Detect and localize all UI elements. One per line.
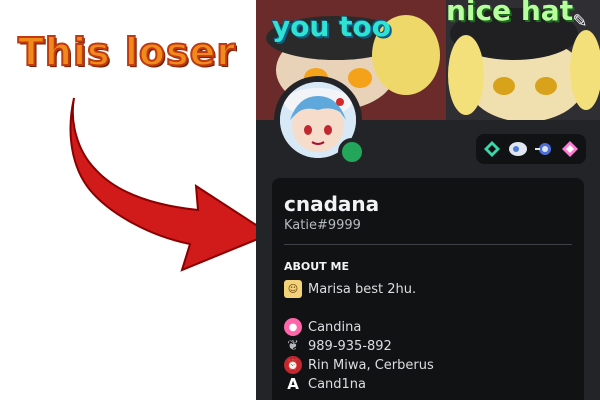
letter-a-icon: A	[287, 375, 299, 393]
username: cnadana	[284, 192, 380, 216]
osu-icon: ●	[284, 318, 302, 336]
nitro-icon[interactable]	[508, 139, 528, 159]
alarm-clock-icon: ⏰	[284, 356, 302, 374]
user-tag: Katie#9999	[284, 218, 361, 233]
avatar-frame	[274, 76, 366, 166]
about-me-title: ABOUT ME	[284, 260, 349, 273]
banner-caption-right: nice hat	[446, 0, 574, 27]
banner-caption-left: you too	[272, 10, 392, 43]
feather-icon: ❦	[287, 338, 299, 354]
badge-list	[476, 134, 586, 164]
hypesquad-icon[interactable]	[482, 139, 502, 159]
diamond-icon[interactable]	[560, 139, 580, 159]
about-line: ● Candina	[284, 318, 361, 336]
about-line: ⏰ Rin Miwa, Cerberus	[284, 356, 434, 374]
pencil-icon[interactable]: ✎	[568, 10, 592, 34]
about-line: A Cand1na	[284, 375, 366, 393]
boost-icon[interactable]	[534, 139, 554, 159]
divider	[284, 244, 572, 245]
about-line: ☺ Marisa best 2hu.	[284, 280, 416, 298]
about-line: ❦ 989-935-892	[284, 337, 392, 355]
red-arrow-icon	[69, 97, 273, 272]
profile-card: you too nice hat ✎ cnadana Katie#9999 AB…	[256, 0, 600, 400]
profile-info-panel: cnadana Katie#9999 ABOUT ME ☺ Marisa bes…	[272, 178, 584, 400]
status-online-indicator	[338, 138, 366, 166]
marisa-emoji-icon: ☺	[284, 280, 302, 298]
